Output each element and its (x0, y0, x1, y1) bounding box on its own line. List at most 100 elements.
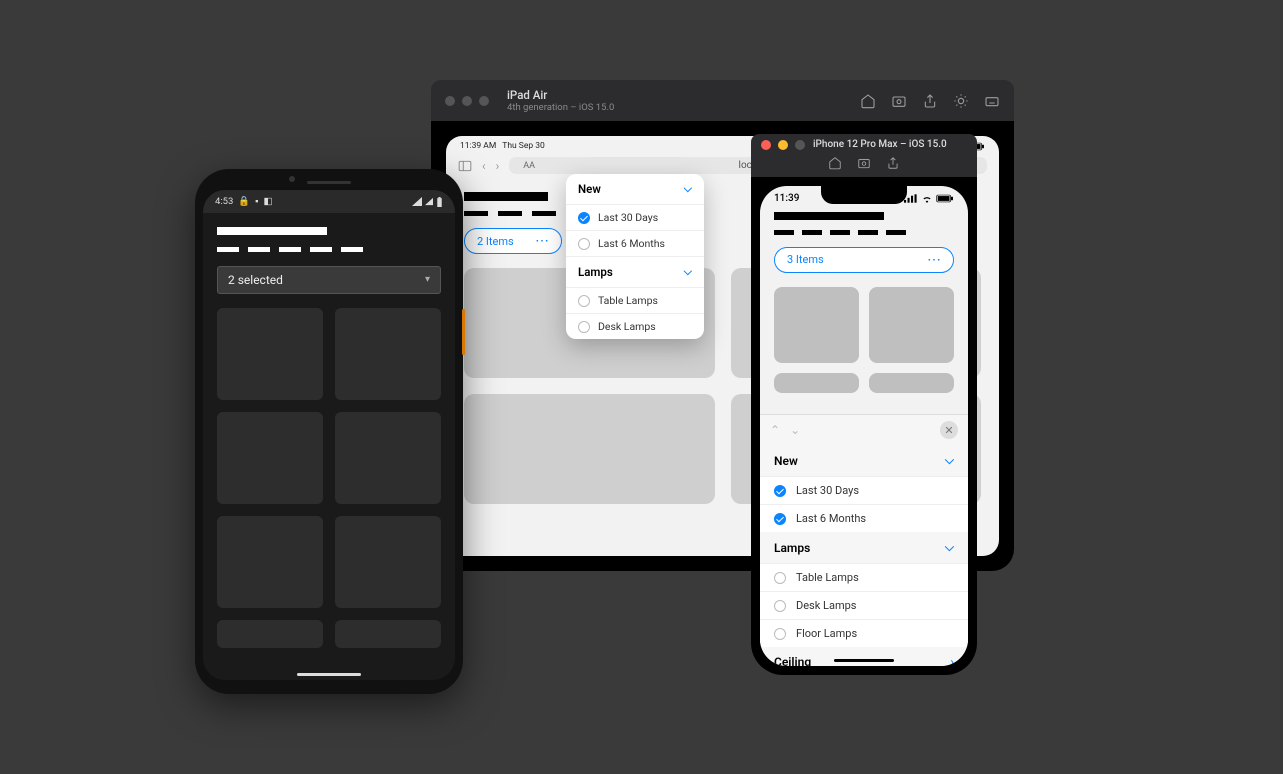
chevron-down-icon: ⌵ (684, 265, 692, 279)
radio-checked-icon (774, 485, 786, 497)
iphone-window-chrome: iPhone 12 Pro Max – iOS 15.0 (751, 134, 977, 177)
ipad-window-title: iPad Air (507, 88, 849, 102)
product-card[interactable] (335, 516, 441, 608)
share-icon[interactable] (921, 92, 938, 109)
forward-icon[interactable]: › (496, 159, 500, 173)
status-time: 4:53 (215, 196, 233, 207)
product-card[interactable] (335, 620, 441, 648)
sheet-item-label: Last 30 Days (796, 484, 859, 497)
filter-pill-label: 2 Items (477, 235, 514, 248)
traffic-lights (445, 96, 489, 106)
home-indicator[interactable] (834, 659, 894, 663)
home-icon[interactable] (859, 92, 876, 109)
chevron-up-icon[interactable]: ⌃ (770, 423, 780, 437)
iphone-simulator-window: iPhone 12 Pro Max – iOS 15.0 11:39 (751, 134, 977, 675)
close-icon[interactable] (761, 140, 771, 150)
chevron-down-icon: ⌵ (684, 182, 692, 196)
filter-item-label: Last 6 Months (598, 237, 665, 250)
radio-icon (578, 295, 590, 307)
text-size-icon[interactable]: AA (523, 161, 535, 171)
filter-item-last6months[interactable]: Last 6 Months (566, 230, 704, 256)
screenshot-icon[interactable] (890, 92, 907, 109)
iphone-screen: 11:39 3 Items ⋯ (760, 186, 968, 666)
filter-pill[interactable]: 2 Items ⋯ (464, 228, 562, 254)
filter-item-label: Desk Lamps (598, 320, 656, 333)
product-card[interactable] (217, 516, 323, 608)
filter-popover: New ⌵ Last 30 Days Last 6 Months Lam (566, 174, 704, 339)
battery-icon (436, 197, 443, 207)
more-icon: ⋯ (927, 253, 941, 267)
radio-icon (578, 238, 590, 250)
minimize-icon[interactable] (778, 140, 788, 150)
sheet-group-lamps-title: Lamps (774, 541, 810, 555)
sheet-item-table-lamps[interactable]: Table Lamps (760, 563, 968, 591)
home-icon[interactable] (827, 154, 844, 171)
filter-item-label: Table Lamps (598, 294, 658, 307)
android-screen: 4:53 🔒 ▪ ◧ 2 selected ▾ (203, 190, 455, 680)
product-card[interactable] (464, 394, 715, 504)
product-card[interactable] (774, 373, 859, 393)
sheet-group-new[interactable]: New ⌵ (760, 445, 968, 476)
android-device: 4:53 🔒 ▪ ◧ 2 selected ▾ (195, 169, 463, 694)
nav-bar[interactable] (297, 673, 361, 676)
more-icon: ⋯ (535, 234, 549, 248)
filter-select-label: 2 selected (228, 273, 283, 287)
skeleton-chips (774, 230, 954, 235)
maximize-icon[interactable] (479, 96, 489, 106)
filter-group-new[interactable]: New ⌵ (566, 174, 704, 204)
close-button[interactable]: ✕ (940, 421, 958, 439)
filter-group-lamps-title: Lamps (578, 265, 613, 279)
share-icon[interactable] (885, 154, 902, 171)
android-status-bar: 4:53 🔒 ▪ ◧ (203, 190, 455, 213)
sheet-item-label: Table Lamps (796, 571, 859, 584)
product-card[interactable] (335, 412, 441, 504)
minimize-icon[interactable] (462, 96, 472, 106)
product-grid (217, 308, 441, 648)
debug-icon: ▪ (255, 196, 258, 207)
sheet-item-last30[interactable]: Last 30 Days (760, 476, 968, 504)
filter-item-last30[interactable]: Last 30 Days (566, 204, 704, 230)
filter-item-table-lamps[interactable]: Table Lamps (566, 287, 704, 313)
filter-group-lamps[interactable]: Lamps ⌵ (566, 256, 704, 287)
product-card[interactable] (335, 308, 441, 400)
radio-checked-icon (578, 212, 590, 224)
maximize-icon[interactable] (795, 140, 805, 150)
product-card[interactable] (869, 287, 954, 363)
keyboard-icon[interactable] (983, 92, 1000, 109)
radio-icon (774, 600, 786, 612)
sheet-item-label: Last 6 Months (796, 512, 866, 525)
sheet-item-last6months[interactable]: Last 6 Months (760, 504, 968, 532)
sheet-item-floor-lamps[interactable]: Floor Lamps (760, 619, 968, 647)
product-card[interactable] (217, 620, 323, 648)
product-card[interactable] (774, 287, 859, 363)
sheet-group-ceiling[interactable]: Ceiling › (760, 647, 968, 666)
radio-icon (774, 572, 786, 584)
chevron-down-icon[interactable]: ⌄ (790, 423, 800, 437)
status-date: Thu Sep 30 (502, 141, 545, 151)
close-icon[interactable] (445, 96, 455, 106)
filter-sheet: ⌃ ⌄ ✕ New ⌵ Last 30 Days (760, 414, 968, 666)
power-button-icon (462, 309, 465, 355)
brightness-icon[interactable] (952, 92, 969, 109)
sheet-group-ceiling-title: Ceiling (774, 655, 811, 666)
status-icons (904, 193, 954, 204)
signal-icon (412, 197, 422, 206)
wifi-icon (921, 194, 933, 203)
filter-item-label: Last 30 Days (598, 211, 658, 224)
product-card[interactable] (869, 373, 954, 393)
notification-icon: ◧ (264, 196, 273, 207)
filter-pill[interactable]: 3 Items ⋯ (774, 247, 954, 273)
sheet-group-new-title: New (774, 454, 798, 468)
sheet-group-lamps[interactable]: Lamps ⌵ (760, 532, 968, 563)
product-card[interactable] (217, 412, 323, 504)
filter-select[interactable]: 2 selected ▾ (217, 266, 441, 294)
sheet-item-label: Floor Lamps (796, 627, 857, 640)
lock-icon: 🔒 (238, 196, 250, 207)
sheet-item-desk-lamps[interactable]: Desk Lamps (760, 591, 968, 619)
filter-item-desk-lamps[interactable]: Desk Lamps (566, 313, 704, 339)
product-grid (774, 287, 954, 393)
ipad-window-chrome: iPad Air 4th generation – iOS 15.0 (431, 80, 1014, 121)
back-icon[interactable]: ‹ (482, 159, 486, 173)
product-card[interactable] (217, 308, 323, 400)
screenshot-icon[interactable] (856, 154, 873, 171)
